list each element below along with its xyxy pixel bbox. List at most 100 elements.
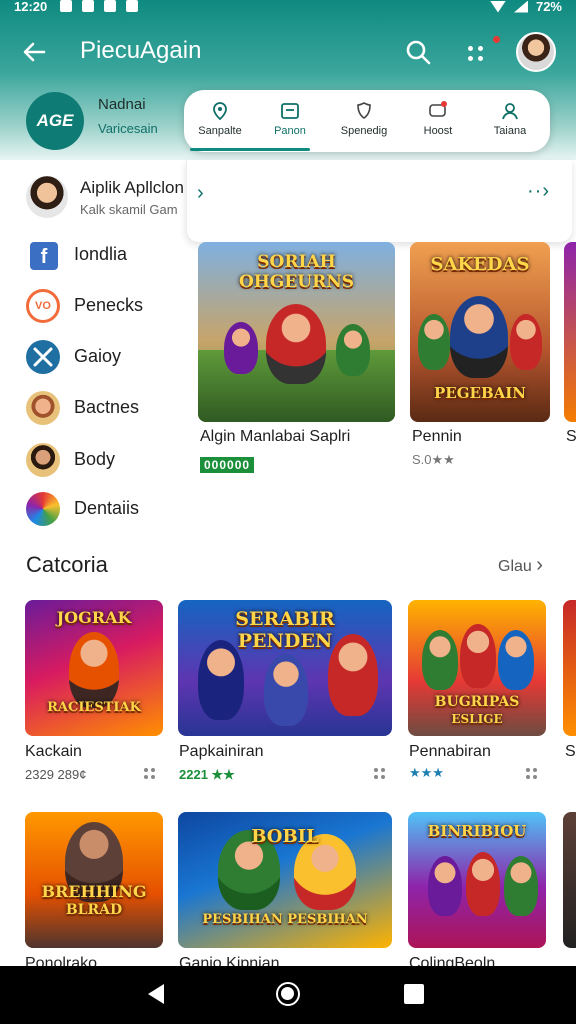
game-card[interactable]: SERABIR PENDEN bbox=[178, 600, 392, 736]
nav-recents-icon[interactable] bbox=[404, 984, 424, 1004]
more-options-icon[interactable] bbox=[372, 766, 388, 782]
tab-spenedig[interactable]: Spenedig bbox=[328, 90, 400, 152]
game-art-title: BINRIBIOU bbox=[427, 822, 527, 840]
notification-icon bbox=[60, 0, 72, 12]
tab-sanpalte[interactable]: Sanpalte bbox=[184, 90, 256, 152]
crossed-swords-icon bbox=[26, 340, 60, 374]
drawer-item-gaioy[interactable]: Gaioy bbox=[0, 334, 186, 382]
drawer-item-bactnes[interactable]: Bactnes bbox=[0, 385, 186, 433]
user-icon bbox=[500, 101, 520, 121]
drawer-item-label: Gaioy bbox=[74, 346, 122, 366]
brand-name: Nadnai bbox=[98, 96, 146, 113]
dropdown-panel: › ··› bbox=[186, 160, 572, 242]
wifi-icon bbox=[489, 0, 506, 13]
game-rating: ★★★ bbox=[409, 765, 444, 780]
featured-rating: S.0★★ bbox=[412, 452, 455, 467]
status-time: 12:20 bbox=[14, 0, 48, 14]
game-art-title: BREHHING bbox=[41, 882, 147, 901]
app-bar: PiecuAgain bbox=[0, 24, 576, 80]
drawer-user-name[interactable]: Aiplik Apllclon bbox=[80, 178, 184, 198]
back-arrow-icon[interactable] bbox=[18, 36, 50, 68]
game-art-subtitle: PEGEBAIN bbox=[434, 384, 526, 402]
more-arrow-icon[interactable]: ··› bbox=[527, 180, 550, 203]
brand-logo[interactable]: AGE bbox=[26, 92, 84, 150]
hero-figure bbox=[336, 324, 370, 376]
window-icon bbox=[280, 101, 300, 121]
search-icon[interactable] bbox=[402, 36, 434, 68]
game-card[interactable]: BINRIBIOU bbox=[408, 812, 546, 948]
game-rating: 2221 ★★ bbox=[179, 767, 235, 782]
nav-back-icon[interactable] bbox=[148, 984, 164, 1004]
game-card[interactable]: BUGRIPAS ESLIGE bbox=[408, 600, 546, 736]
facebook-icon: f bbox=[30, 242, 58, 270]
game-art-subtitle: PESBIHAN PESBIHAN bbox=[202, 912, 368, 927]
profile-avatar[interactable] bbox=[516, 32, 556, 72]
more-options-icon[interactable] bbox=[142, 766, 158, 782]
featured-card-partial[interactable] bbox=[564, 242, 576, 422]
drawer-item-dentaiis[interactable]: Dentaiis bbox=[0, 486, 186, 534]
featured-badge: 000000 bbox=[200, 457, 255, 473]
game-art-subtitle: ESLIGE bbox=[451, 712, 503, 726]
notification-icon bbox=[104, 0, 116, 12]
game-art-title: SERABIR bbox=[235, 608, 335, 630]
tab-label: Spenedig bbox=[340, 125, 388, 137]
tab-label: Taiana bbox=[493, 125, 527, 137]
tab-label: Hoost bbox=[423, 125, 453, 137]
drawer-user-subtitle: Kalk skamil Gam bbox=[80, 202, 178, 217]
drawer-item-penecks[interactable]: VO Penecks bbox=[0, 283, 186, 331]
featured-card[interactable]: SAKEDAS PEGEBAIN bbox=[410, 242, 550, 422]
hero-figure bbox=[418, 314, 450, 370]
nav-home-icon[interactable] bbox=[276, 982, 300, 1006]
game-name[interactable]: Papkainiran bbox=[179, 743, 264, 761]
hero-figure bbox=[428, 856, 462, 916]
featured-title[interactable]: Algin Manlabai Saplri bbox=[200, 428, 350, 446]
drawer-item-label: Bactnes bbox=[74, 397, 140, 417]
battery-level: 72% bbox=[535, 0, 562, 14]
notification-icon bbox=[126, 0, 138, 12]
drawer-user-avatar[interactable] bbox=[26, 176, 68, 218]
game-name-partial[interactable]: S bbox=[565, 743, 576, 761]
notification-icons bbox=[60, 0, 138, 12]
vo-logo-icon: VO bbox=[26, 289, 60, 323]
featured-card[interactable]: SORIAH OHGEURNS bbox=[198, 242, 395, 422]
see-all-link[interactable]: Glau › bbox=[498, 554, 543, 577]
game-card[interactable]: BOBIL PESBIHAN PESBIHAN bbox=[178, 812, 392, 948]
drawer-item-body[interactable]: Body bbox=[0, 437, 186, 485]
hero-figure bbox=[466, 852, 500, 916]
tab-panon[interactable]: Panon bbox=[254, 90, 326, 152]
more-options-icon[interactable] bbox=[524, 766, 540, 782]
featured-title[interactable]: Pennin bbox=[412, 428, 462, 446]
game-card-partial[interactable] bbox=[563, 600, 576, 736]
tab-label: Sanpalte bbox=[198, 125, 242, 137]
rainbow-icon bbox=[26, 492, 60, 526]
character-icon bbox=[26, 391, 60, 425]
game-art-title: SORIAH OHGEURNS bbox=[238, 252, 355, 292]
hero-figure bbox=[422, 630, 458, 690]
hero-figure bbox=[510, 314, 542, 370]
apps-grid-icon[interactable] bbox=[460, 38, 490, 68]
drawer-item-label: Penecks bbox=[74, 295, 144, 315]
game-art-subtitle: BLRAD bbox=[65, 902, 123, 918]
tab-hoost[interactable]: Hoost bbox=[402, 90, 474, 152]
game-card[interactable]: BREHHING BLRAD bbox=[25, 812, 163, 948]
hero-figure bbox=[198, 640, 244, 720]
drawer-item-iondlia[interactable]: f Iondlia bbox=[0, 232, 186, 280]
notification-icon bbox=[82, 0, 94, 12]
game-card-partial[interactable] bbox=[563, 812, 576, 948]
system-navigation-bar bbox=[0, 966, 576, 1024]
tab-bar: Sanpalte Panon Spenedig Hoost Taiana bbox=[184, 90, 550, 152]
hero-figure bbox=[266, 304, 326, 384]
chevron-right-icon: › bbox=[536, 554, 543, 576]
status-bar: 12:20 72% bbox=[0, 0, 576, 16]
game-card[interactable]: JOGRAK RACIESTIAK bbox=[25, 600, 163, 736]
chevron-right-icon[interactable]: › bbox=[197, 182, 204, 205]
game-name[interactable]: Kackain bbox=[25, 743, 82, 761]
featured-title-partial[interactable]: S bbox=[566, 428, 576, 446]
tab-taiana[interactable]: Taiana bbox=[474, 90, 546, 152]
shield-icon bbox=[354, 101, 374, 121]
game-art-title: JOGRAK bbox=[56, 608, 132, 627]
active-tab-indicator bbox=[190, 148, 310, 151]
game-art-title: BOBIL bbox=[251, 826, 319, 847]
game-name[interactable]: Pennabiran bbox=[409, 743, 491, 761]
hero-figure bbox=[498, 630, 534, 690]
